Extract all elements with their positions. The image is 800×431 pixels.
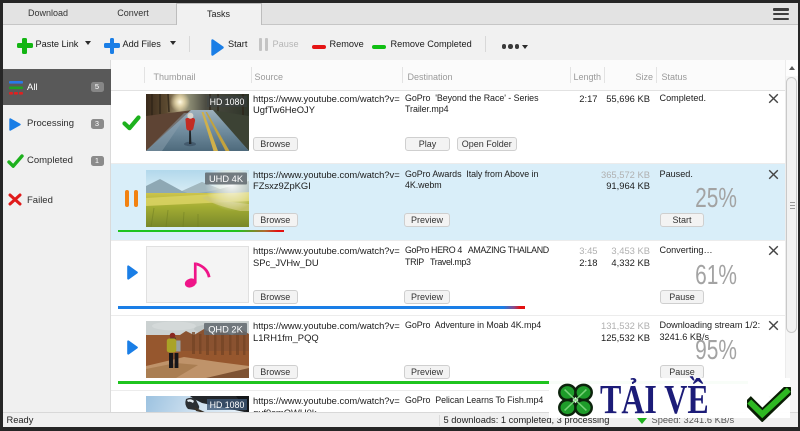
svg-text:QHD 2K: QHD 2K <box>208 325 243 335</box>
svg-text:UHD 4K: UHD 4K <box>209 174 244 184</box>
svg-text:HD 1080: HD 1080 <box>210 400 245 410</box>
svg-text:HD 1080: HD 1080 <box>210 96 245 106</box>
